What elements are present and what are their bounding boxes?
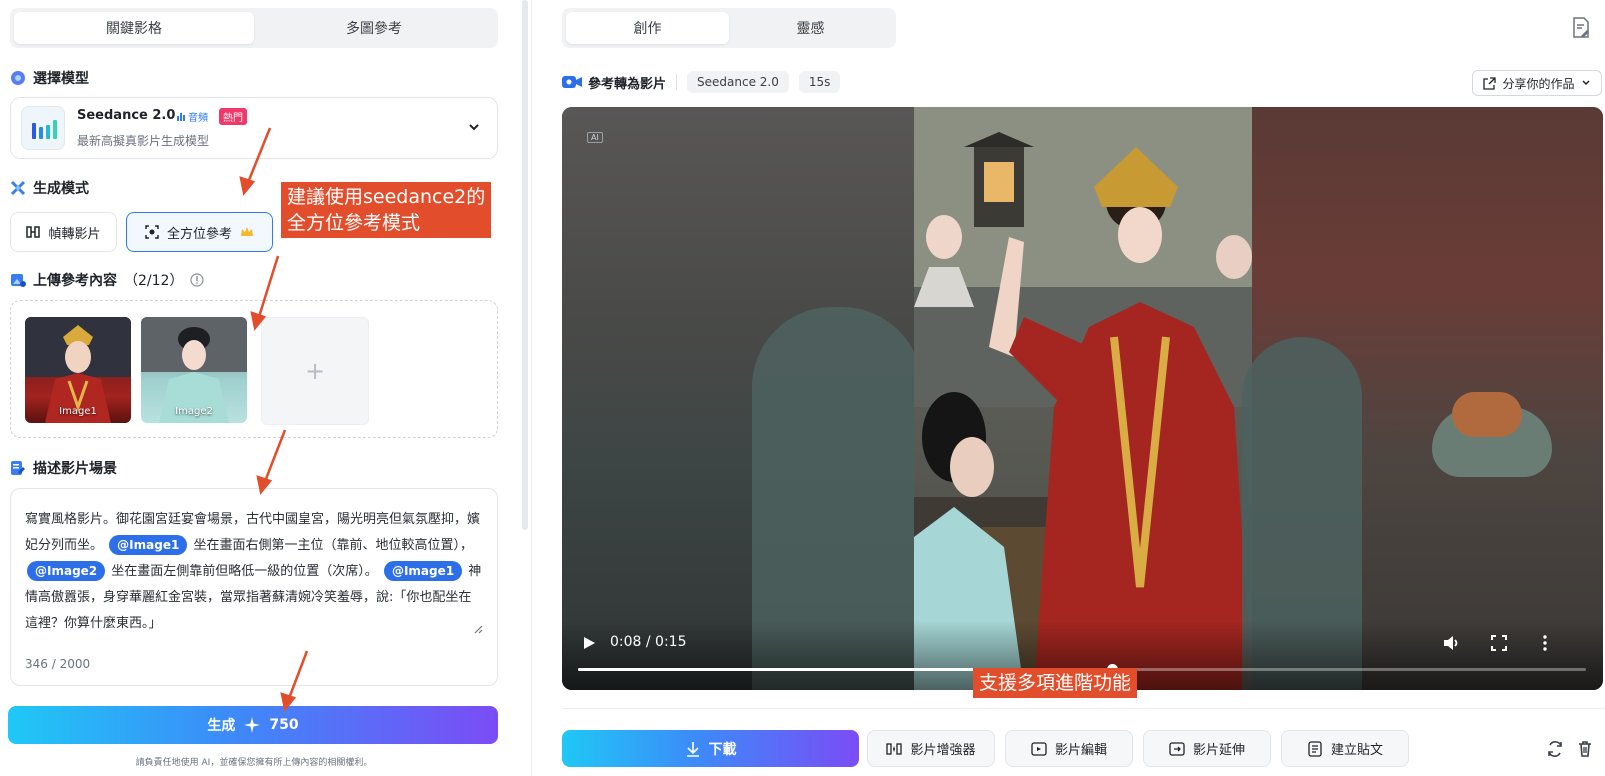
video-time: 0:08 / 0:15 bbox=[610, 634, 687, 650]
video-type-label: 參考轉為影片 bbox=[588, 76, 667, 92]
download-button[interactable]: 下載 bbox=[562, 730, 859, 767]
video-edit-icon bbox=[1031, 741, 1047, 756]
regenerate-icon[interactable] bbox=[1546, 740, 1564, 758]
arrow-generate bbox=[286, 650, 309, 702]
download-label: 下載 bbox=[708, 741, 737, 758]
video-meta-row: 參考轉為影片 Seedance 2.0 15s bbox=[562, 70, 841, 94]
blur-fruit bbox=[1452, 392, 1522, 437]
arrow-upload-head bbox=[250, 311, 267, 331]
share-label: 分享你的作品 bbox=[1502, 76, 1575, 91]
video-extend-icon bbox=[1169, 741, 1185, 756]
video-blur-left bbox=[562, 107, 922, 690]
arrow-describe bbox=[262, 429, 287, 485]
video-extend-label: 影片延伸 bbox=[1192, 743, 1245, 758]
play-icon[interactable] bbox=[582, 636, 596, 650]
create-post-button[interactable]: 建立貼文 bbox=[1281, 730, 1409, 767]
arrow-model bbox=[245, 127, 272, 186]
video-edit-button[interactable]: 影片編輯 bbox=[1005, 730, 1133, 767]
document-edit-icon[interactable] bbox=[1571, 17, 1591, 39]
duration-pill: 15s bbox=[798, 71, 841, 93]
annotation-omni-mode: 建議使用seedance2的 全方位參考模式 bbox=[281, 182, 492, 238]
arrow-model-head bbox=[239, 176, 256, 196]
download-icon bbox=[686, 741, 699, 757]
annotation-advanced-features: 支援多項進階功能 bbox=[973, 668, 1138, 698]
annotation-omni-line-1: 建議使用seedance2的 bbox=[287, 186, 486, 208]
create-post-label: 建立貼文 bbox=[1330, 743, 1383, 758]
share-work-button[interactable]: 分享你的作品 bbox=[1472, 70, 1602, 96]
arrow-upload bbox=[256, 255, 280, 321]
external-share-icon bbox=[1483, 76, 1497, 90]
arrow-describe-head bbox=[256, 475, 273, 495]
video-edit-label: 影片編輯 bbox=[1054, 743, 1107, 758]
video-enhancer-button[interactable]: 影片增強器 bbox=[867, 730, 995, 767]
volume-icon[interactable] bbox=[1442, 634, 1460, 652]
workspace-tabs: 創作 靈感 bbox=[562, 8, 896, 48]
film-enhance-icon bbox=[886, 742, 903, 755]
fullscreen-icon[interactable] bbox=[1490, 634, 1508, 652]
video-type-title: 參考轉為影片 bbox=[562, 73, 666, 92]
model-pill: Seedance 2.0 bbox=[687, 71, 789, 93]
trash-icon[interactable] bbox=[1576, 740, 1594, 758]
tab-inspiration[interactable]: 靈感 bbox=[729, 12, 892, 44]
palace-scene-image bbox=[914, 107, 1252, 690]
video-player[interactable]: AI 0:08 / 0:15 bbox=[562, 107, 1603, 690]
footer-divider bbox=[562, 708, 1605, 709]
ai-watermark-badge: AI bbox=[587, 132, 603, 143]
chevron-down-icon bbox=[1581, 80, 1590, 86]
video-extend-button[interactable]: 影片延伸 bbox=[1143, 730, 1271, 767]
video-blur-right bbox=[1242, 107, 1603, 690]
meta-separator bbox=[676, 74, 678, 90]
app-root: 關鍵影格 多圖參考 選擇模型 Seedance 2.0 音頻 熱門 最新高擬真影… bbox=[0, 0, 1605, 776]
tab-create[interactable]: 創作 bbox=[566, 12, 729, 44]
video-enhancer-label: 影片增強器 bbox=[910, 743, 976, 758]
post-document-icon bbox=[1308, 740, 1322, 757]
arrow-generate-head bbox=[280, 692, 297, 712]
annotation-omni-line-2: 全方位參考模式 bbox=[287, 212, 421, 234]
video-camera-icon bbox=[562, 76, 582, 88]
more-options-icon[interactable] bbox=[1536, 634, 1554, 652]
video-frame bbox=[914, 107, 1252, 690]
